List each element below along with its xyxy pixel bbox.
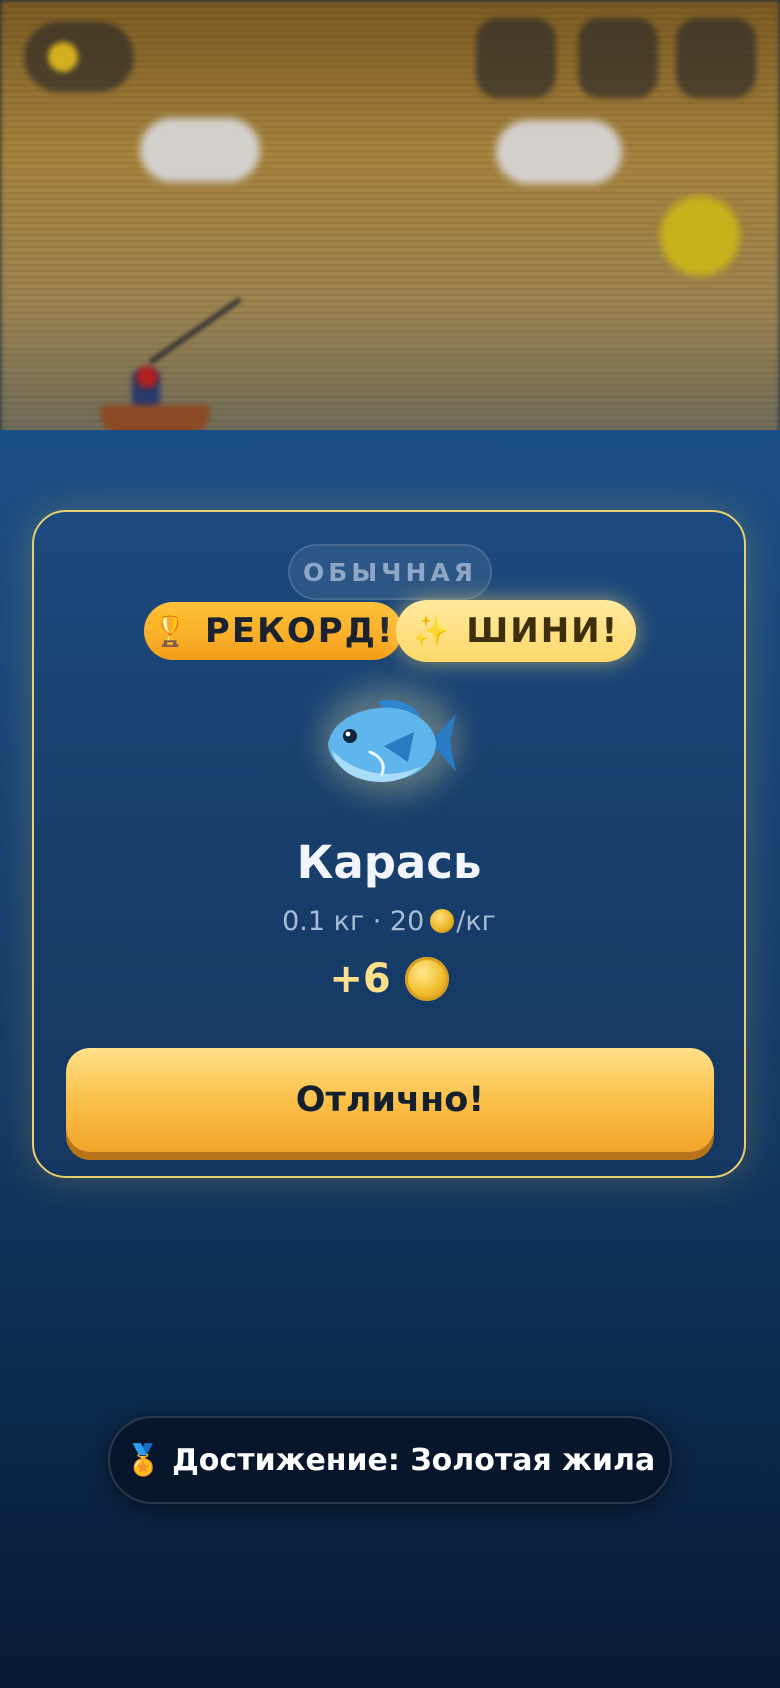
fisherman-head (136, 366, 158, 388)
fish-weight: 0.1 кг (282, 906, 365, 937)
cloud-right (496, 120, 622, 184)
hud-button-3[interactable] (676, 18, 756, 98)
cloud-left (140, 118, 260, 182)
fish-stats: 0.1 кг · 20/кг (32, 906, 746, 937)
record-badge-label: РЕКОРД! (204, 611, 395, 651)
hud-button-2[interactable] (578, 18, 658, 98)
fish-name: Карась (296, 836, 482, 889)
sparkles-icon: ✨ (412, 613, 453, 649)
coin-icon (430, 909, 455, 933)
achievement-text: Достижение: Золотая жила (172, 1442, 656, 1478)
hud-button-1[interactable] (476, 18, 556, 98)
shiny-badge-label: ШИНИ! (466, 611, 620, 651)
achievement-toast: 🏅 Достижение: Золотая жила (108, 1416, 672, 1504)
coin-counter-hud[interactable] (24, 22, 134, 92)
fish-price-unit: /кг (456, 906, 496, 937)
rarity-badge: ОБЫЧНАЯ (288, 544, 492, 600)
fish-icon (328, 699, 456, 782)
hud-coin-icon (48, 42, 78, 72)
coin-icon (404, 957, 449, 1001)
fish-price: 20 (389, 906, 425, 937)
medal-icon: 🏅 (124, 1442, 163, 1478)
stats-separator: · (372, 906, 382, 937)
reward-amount: +6 (329, 956, 391, 1002)
trophy-icon: 🏆 (151, 613, 191, 649)
sun (660, 196, 740, 276)
record-badge: 🏆 РЕКОРД! (144, 602, 402, 660)
shiny-badge: ✨ ШИНИ! (396, 600, 636, 662)
confirm-button[interactable]: Отлично! (66, 1048, 714, 1152)
coin-reward: +6 (32, 952, 746, 1006)
